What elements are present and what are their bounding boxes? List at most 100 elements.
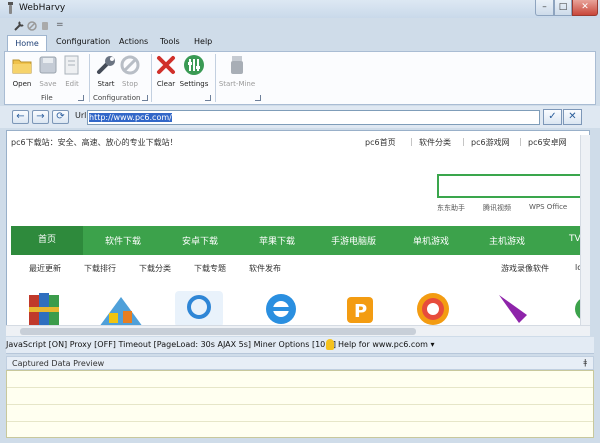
ribbon: Open Save Edit Start Stop Configuration … [4,51,596,105]
wrench-icon[interactable] [14,21,24,31]
main-nav-item[interactable]: 主机游戏 [489,234,525,247]
stop-button[interactable]: Stop [118,54,142,88]
open-button[interactable]: Open [8,54,36,88]
customize-qat-icon[interactable]: = [56,20,64,30]
sub-nav-item[interactable]: 最近更新 [29,263,61,274]
miner-icon[interactable] [40,21,50,31]
clear-button[interactable]: Clear [154,54,178,88]
file-launcher-icon[interactable] [78,95,84,101]
configuration-group-label: Configuration [93,94,141,102]
hot-link[interactable]: WPS Office [529,203,567,211]
browser-viewport[interactable]: pc6下载站：安全、高速、放心的专业下载站！ pc6首页 | 软件分类 | pc… [6,130,590,336]
tab-tools[interactable]: Tools [160,37,180,46]
top-link-pc6-home[interactable]: pc6首页 [365,137,396,148]
top-link-pc6-android[interactable]: pc6安卓网 [528,137,567,148]
close-button[interactable]: ✕ [572,0,598,16]
sub-nav-item[interactable]: 下载排行 [84,263,116,274]
miner-icon [231,56,243,74]
configuration-launcher-icon[interactable] [142,95,148,101]
pin-icon[interactable]: ǂ [583,358,587,367]
main-nav-item[interactable]: 软件下载 [105,234,141,247]
hot-link[interactable]: 东东助手 [437,203,465,213]
maximize-button[interactable]: □ [554,0,572,16]
edit-icon [64,55,79,75]
edit-label: Edit [65,80,79,88]
settings-button[interactable]: Settings [178,54,210,88]
back-button[interactable]: ← [12,110,29,124]
svg-text:P: P [354,301,367,322]
mine-group-launcher-icon[interactable] [255,95,261,101]
main-nav-item[interactable]: 苹果下载 [259,234,295,247]
tab-help[interactable]: Help [194,37,212,46]
sub-nav-item[interactable]: 软件发布 [249,263,281,274]
sub-nav-item[interactable]: 下载分类 [139,263,171,274]
save-label: Save [39,80,57,88]
minimize-button[interactable]: – [535,0,554,16]
tab-actions[interactable]: Actions [119,37,148,46]
navigation-bar: ← → ⟳ Url http://www.pc6.com/ ✓ ✕ [0,106,600,128]
home-design-app-icon[interactable] [95,289,147,329]
captured-data-preview-header: Captured Data Preview ǂ [6,356,594,370]
camera-aperture-app-icon[interactable] [413,289,453,329]
stop-label: Stop [122,80,138,88]
top-link-pc6-games[interactable]: pc6游戏网 [471,137,510,148]
wrench-icon [97,56,115,74]
pen-tool-app-icon[interactable] [493,289,533,329]
sub-nav-item[interactable]: 游戏录像软件 [501,263,549,274]
site-tagline: pc6下载站：安全、高速、放心的专业下载站！ [11,138,178,147]
title-bar: WebHarvy – □ ✕ [0,0,600,18]
ie-browser-app-icon[interactable] [261,289,301,329]
tab-home[interactable]: Home [7,35,47,51]
start-mine-button[interactable]: Start-Mine [217,54,257,88]
open-label: Open [12,80,32,88]
url-text: http://www.pc6.com/ [89,113,172,122]
main-nav-item[interactable]: TV [569,234,581,244]
main-nav-item[interactable]: 安卓下载 [182,234,218,247]
hot-link[interactable]: 腾讯视频 [483,203,511,213]
refresh-button[interactable]: ⟳ [52,110,69,124]
group-separator [89,54,90,102]
vertical-scrollbar[interactable] [580,135,590,325]
group-separator [215,54,216,102]
wps-presentation-app-icon[interactable]: P [341,289,381,329]
forward-button[interactable]: → [32,110,49,124]
sub-nav-item[interactable]: 下载专题 [194,263,226,274]
cancel-button[interactable]: ✕ [563,109,582,125]
qq-app-icon[interactable] [173,289,225,329]
stop-icon[interactable] [27,21,37,31]
settings-label: Settings [179,80,209,88]
preview-row-line [7,421,593,422]
start-label: Start [97,80,115,88]
horizontal-scroll-thumb[interactable] [20,328,416,335]
group-separator [151,54,152,102]
start-mine-label: Start-Mine [218,80,256,88]
site-main-nav: 首页 软件下载 安卓下载 苹果下载 手游电脑版 单机游戏 主机游戏 TV [11,226,589,255]
url-input[interactable]: http://www.pc6.com/ [87,110,540,125]
site-search-input[interactable] [437,174,589,198]
main-nav-item[interactable]: 手游电脑版 [331,234,376,247]
preview-row-line [7,387,593,388]
save-button[interactable]: Save [35,54,61,88]
lightbulb-icon [326,339,334,350]
start-button[interactable]: Start [93,54,119,88]
tab-configuration[interactable]: Configuration [56,37,110,46]
folder-icon [12,59,32,74]
clear-icon [157,56,175,74]
window-title: WebHarvy [19,3,66,13]
settings-icon [184,55,204,75]
help-link[interactable]: Help for www.pc6.com ▾ [338,340,435,349]
accept-button[interactable]: ✓ [543,109,562,125]
top-link-separator: | [410,137,413,146]
main-nav-item[interactable]: 单机游戏 [413,234,449,247]
edit-button[interactable]: Edit [60,54,84,88]
top-link-separator: | [519,137,522,146]
url-label: Url [75,111,87,120]
webharvy-app-icon [8,2,13,14]
clear-group-launcher-icon[interactable] [205,95,211,101]
quick-access-toolbar: = [3,18,203,34]
captured-data-preview-pane[interactable] [6,370,594,438]
horizontal-scrollbar[interactable] [6,325,590,336]
winrar-app-icon[interactable] [25,289,65,329]
main-nav-home[interactable]: 首页 [11,226,83,255]
top-link-software-categories[interactable]: 软件分类 [419,137,451,148]
